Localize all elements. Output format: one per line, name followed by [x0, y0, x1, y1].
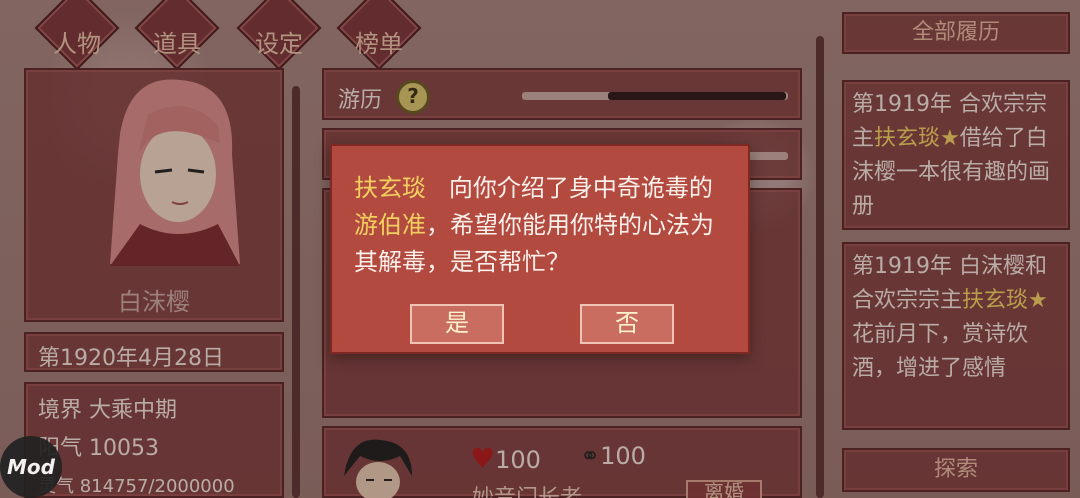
- dialog-text: 向你介绍了身中奇诡毒的: [448, 174, 713, 202]
- yes-button[interactable]: 是: [410, 304, 504, 344]
- dialog-target-name: 游伯准: [354, 211, 426, 239]
- mod-badge[interactable]: Mod: [0, 436, 62, 498]
- dialog-speaker: 扶玄琰: [354, 174, 426, 202]
- dialog-message: 扶玄琰 向你介绍了身中奇诡毒的游伯准，希望你能用你特的心法为其解毒，是否帮忙？: [354, 170, 734, 281]
- event-dialog: 扶玄琰 向你介绍了身中奇诡毒的游伯准，希望你能用你特的心法为其解毒，是否帮忙？ …: [330, 144, 750, 354]
- no-button[interactable]: 否: [580, 304, 674, 344]
